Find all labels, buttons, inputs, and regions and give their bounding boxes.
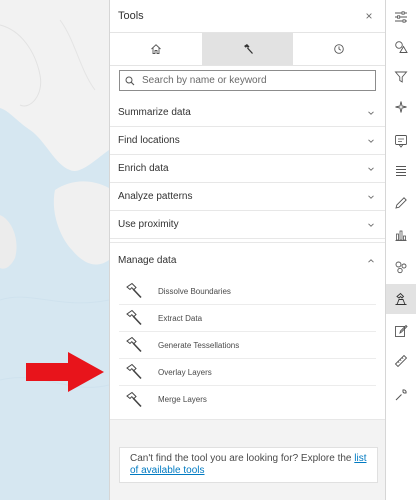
map-view[interactable]	[0, 0, 109, 500]
tool-overlay-layers[interactable]: Overlay Layers	[119, 359, 376, 386]
tool-label: Overlay Layers	[158, 367, 212, 377]
search-area: Search by name or keyword	[110, 66, 385, 99]
rail-effects-button[interactable]	[386, 92, 416, 122]
search-input[interactable]: Search by name or keyword	[119, 70, 376, 91]
hammer-icon	[126, 363, 142, 380]
rail-styles-button[interactable]	[386, 32, 416, 62]
hammer-icon	[126, 391, 142, 407]
section-manage-data[interactable]: Manage data	[110, 243, 385, 278]
analysis-tools-icon	[395, 292, 407, 305]
rail-charts-button[interactable]	[386, 220, 416, 250]
map-basemap	[0, 0, 109, 500]
section-summarize-data[interactable]: Summarize data	[110, 99, 385, 127]
action-rail	[386, 0, 416, 500]
rail-settings-button[interactable]	[386, 380, 416, 410]
ruler-icon	[394, 354, 408, 368]
history-icon	[334, 44, 344, 54]
section-label: Enrich data	[118, 163, 169, 174]
home-icon	[151, 44, 161, 54]
chevron-down-icon	[368, 110, 374, 115]
tool-label: Extract Data	[158, 313, 203, 323]
section-label: Find locations	[118, 135, 180, 146]
section-label: Manage data	[118, 255, 177, 266]
rail-fields-button[interactable]	[386, 156, 416, 186]
section-use-proximity[interactable]: Use proximity	[110, 211, 385, 239]
tool-dissolve-boundaries[interactable]: Dissolve Boundaries	[119, 278, 376, 305]
tab-bar	[110, 33, 385, 66]
pencil-icon	[395, 197, 407, 209]
bar-chart-icon	[395, 230, 407, 241]
section-analyze-patterns[interactable]: Analyze patterns	[110, 183, 385, 211]
pointer-arrow-icon	[26, 352, 104, 392]
sliders-icon	[395, 11, 407, 23]
help-notice: Can't find the tool you are looking for?…	[119, 447, 378, 483]
list-icon	[396, 166, 406, 176]
panel-header: Tools ×	[110, 0, 385, 33]
chevron-down-icon	[368, 166, 374, 171]
tool-merge-layers[interactable]: Merge Layers	[119, 386, 376, 413]
tab-home[interactable]	[110, 33, 202, 65]
rail-popups-button[interactable]	[386, 126, 416, 156]
section-find-locations[interactable]: Find locations	[110, 127, 385, 155]
chevron-down-icon	[368, 138, 374, 143]
section-label: Summarize data	[118, 107, 191, 118]
sparkle-icon	[395, 101, 407, 113]
rail-measure-button[interactable]	[386, 346, 416, 376]
rail-sketch-button[interactable]	[386, 188, 416, 218]
help-text: Can't find the tool you are looking for?…	[130, 453, 355, 464]
popup-icon	[395, 135, 407, 148]
hammer-icon	[243, 44, 253, 54]
chevron-down-icon	[368, 194, 374, 199]
rail-filter-button[interactable]	[386, 62, 416, 92]
panel-title: Tools	[118, 10, 144, 22]
tools-panel: Tools × Search by name or keyword Summar…	[109, 0, 386, 500]
tool-label: Generate Tessellations	[158, 340, 240, 350]
tab-tools[interactable]	[201, 33, 294, 65]
tool-extract-data[interactable]: Extract Data	[119, 305, 376, 332]
rail-clustering-button[interactable]	[386, 252, 416, 282]
wrench-icon	[395, 389, 407, 401]
hammer-icon	[126, 282, 142, 299]
rail-analysis-button[interactable]	[386, 284, 416, 314]
close-button[interactable]: ×	[362, 9, 376, 23]
chevron-up-icon	[368, 258, 374, 263]
tab-history[interactable]	[293, 33, 385, 65]
hammer-icon	[126, 336, 142, 353]
tool-label: Dissolve Boundaries	[158, 286, 231, 296]
rail-properties-button[interactable]	[386, 2, 416, 32]
chevron-down-icon	[368, 222, 374, 227]
rail-edit-button[interactable]	[386, 316, 416, 346]
search-icon	[125, 76, 135, 85]
layers-icon	[395, 261, 407, 274]
section-label: Use proximity	[118, 219, 179, 230]
section-enrich-data[interactable]: Enrich data	[110, 155, 385, 183]
filter-icon	[394, 71, 408, 83]
section-label: Analyze patterns	[118, 191, 193, 202]
search-placeholder: Search by name or keyword	[142, 75, 267, 86]
tool-label: Merge Layers	[158, 395, 207, 404]
shapes-icon	[395, 41, 408, 53]
hammer-icon	[126, 309, 142, 326]
edit-box-icon	[395, 324, 408, 337]
manage-data-tool-list: Dissolve Boundaries Extract Data Generat…	[110, 278, 385, 419]
tool-generate-tessellations[interactable]: Generate Tessellations	[119, 332, 376, 359]
